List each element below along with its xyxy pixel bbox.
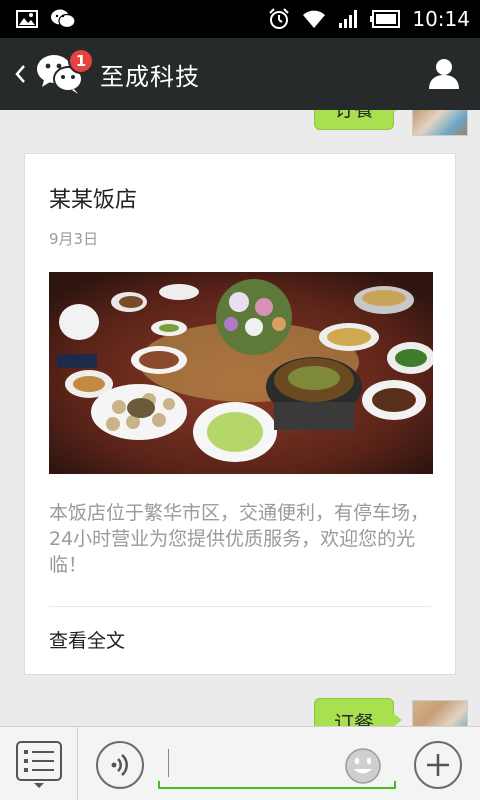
profile-button[interactable] — [422, 52, 466, 96]
unread-badge: 1 — [68, 48, 94, 74]
emoji-button[interactable] — [344, 747, 382, 785]
wifi-icon — [302, 9, 326, 29]
card-divider — [49, 606, 431, 607]
person-icon — [429, 59, 459, 89]
voice-icon — [111, 754, 128, 776]
user-avatar[interactable] — [412, 110, 468, 136]
user-avatar[interactable] — [412, 700, 468, 726]
smiley-icon — [345, 748, 381, 784]
input-bar — [0, 726, 480, 800]
article-card[interactable]: 某某饭店 9月3日 本饭店位于繁华市区，交通便利，有停车场，24小时营业为您提供… — [24, 153, 456, 675]
article-title: 某某饭店 — [49, 188, 138, 213]
chat-title: 至成科技 — [100, 62, 200, 91]
status-bar: 10:14 — [0, 0, 480, 38]
article-description: 本饭店位于繁华市区，交通便利，有停车场，24小时营业为您提供优质服务，欢迎您的光… — [49, 502, 430, 576]
article-cover-image — [49, 272, 433, 474]
alarm-icon — [268, 8, 290, 30]
message-list[interactable]: 订餐 某某饭店 9月3日 — [0, 110, 480, 726]
more-options-button[interactable] — [414, 741, 462, 789]
back-button[interactable] — [0, 38, 34, 110]
wechat-logo[interactable]: 1 — [34, 48, 94, 100]
battery-icon — [370, 10, 401, 28]
article-date: 9月3日 — [49, 230, 99, 248]
chevron-left-icon — [15, 65, 25, 83]
signal-icon — [338, 9, 358, 29]
menu-toggle-button[interactable] — [0, 727, 78, 800]
wechat-notification-icon — [50, 8, 76, 30]
clock: 10:14 — [412, 7, 470, 31]
voice-button[interactable] — [96, 741, 144, 789]
outgoing-message-bubble[interactable]: 订餐 — [314, 698, 402, 726]
keyboard-menu-icon — [15, 741, 62, 788]
input-underline-end — [394, 781, 396, 789]
outgoing-message-bubble[interactable]: 订餐 — [314, 110, 402, 130]
gallery-icon — [16, 10, 38, 28]
read-more-link[interactable]: 查看全文 — [49, 626, 125, 653]
plus-icon — [427, 754, 449, 776]
chat-header: 1 至成科技 — [0, 38, 480, 110]
